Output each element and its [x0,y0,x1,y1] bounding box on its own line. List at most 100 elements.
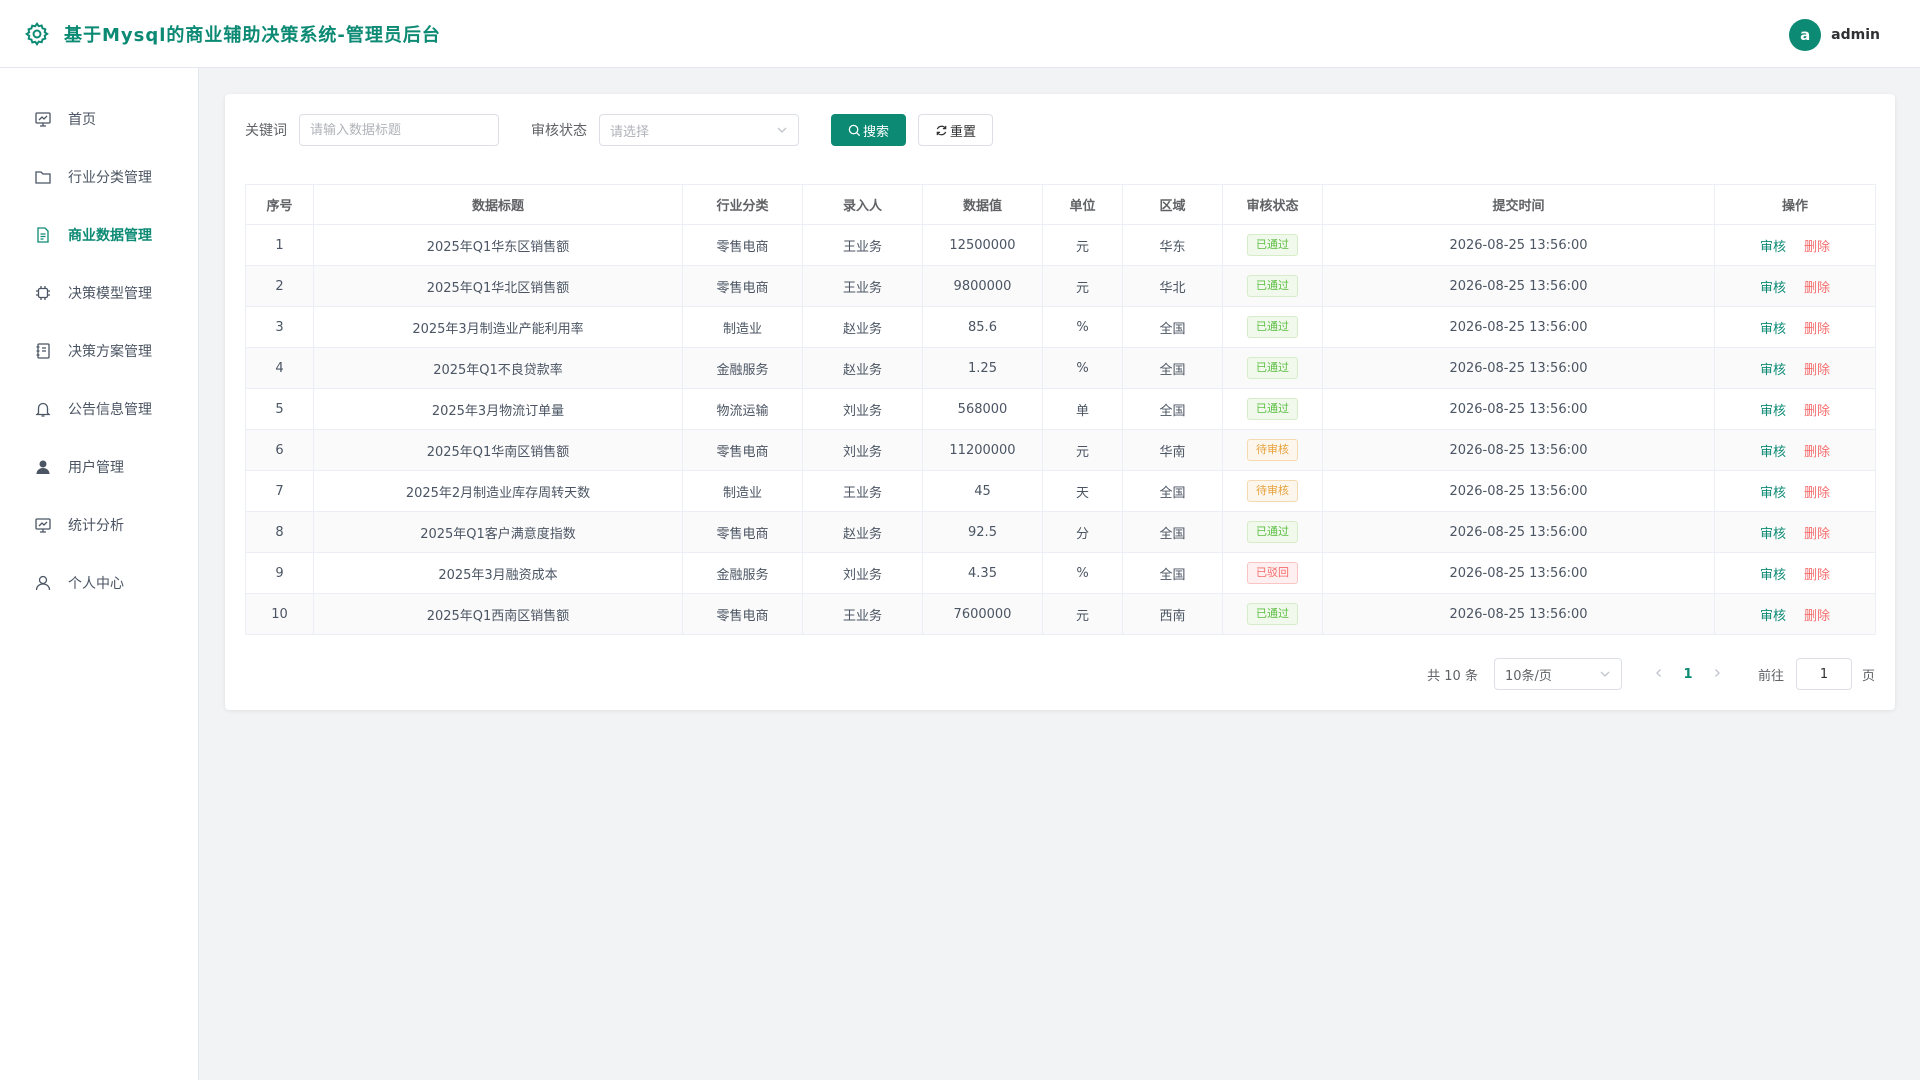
cell-actions: 审核 删除 [1714,388,1876,430]
cell-status: 已通过 [1222,511,1323,553]
cell-industry: 制造业 [682,470,803,512]
page-number-1[interactable]: 1 [1672,667,1704,682]
prev-page-button[interactable] [1646,666,1672,682]
user-menu[interactable]: a admin [1789,19,1880,51]
sidebar-item-9[interactable]: 个人中心 [0,554,198,612]
app-title: 基于Mysql的商业辅助决策系统-管理员后台 [64,24,441,46]
cell-status: 已通过 [1222,224,1323,266]
sidebar: 首页 行业分类管理商业数据管理 决策模型管理决策方案管理 公告信息管理 用户管理 统计分析… [0,68,199,1080]
page-size-select[interactable]: 10条/页 [1493,658,1622,690]
audit-button[interactable]: 审核 [1760,240,1786,255]
cell-no: 5 [245,388,314,430]
cell-time: 2026-08-25 13:56:00 [1322,224,1715,266]
goto-page-input[interactable] [1795,658,1852,690]
delete-button[interactable]: 删除 [1804,404,1830,419]
cell-actions: 审核 删除 [1714,429,1876,471]
delete-button[interactable]: 删除 [1804,609,1830,624]
cell-entrant: 刘业务 [802,552,923,594]
status-badge: 已通过 [1247,603,1298,625]
audit-button[interactable]: 审核 [1760,445,1786,460]
status-select[interactable]: 请选择 [599,114,799,146]
delete-button[interactable]: 删除 [1804,527,1830,542]
table-row: 5 2025年3月物流订单量 物流运输 刘业务 568000 单全国 已通过 2026-08-… [245,388,1876,430]
username[interactable]: admin [1831,27,1880,43]
cell-entrant: 王业务 [802,224,923,266]
table-row: 1 2025年Q1华东区销售额 零售电商 王业务 12500000 元华东 已通过 2026-… [245,224,1876,266]
status-badge: 已通过 [1247,275,1298,297]
sidebar-item-label: 个人中心 [68,576,124,592]
sidebar-item-2[interactable]: 行业分类管理 [0,148,198,206]
cell-region: 全国 [1122,347,1223,389]
pagination-total: 共 10 条 [1427,668,1478,684]
cell-no: 6 [245,429,314,471]
sidebar-item-label: 决策模型管理 [68,286,152,302]
chevron-down-icon [777,127,787,133]
cell-no: 1 [245,224,314,266]
sidebar-item-7[interactable]: 用户管理 [0,438,198,496]
audit-button[interactable]: 审核 [1760,281,1786,296]
delete-button[interactable]: 删除 [1804,445,1830,460]
pagination: 共 10 条 10条/页 1 前往 页 [1427,658,1875,690]
keyword-input[interactable] [299,114,499,146]
audit-button[interactable]: 审核 [1760,486,1786,501]
audit-button[interactable]: 审核 [1760,527,1786,542]
table-row: 6 2025年Q1华南区销售额 零售电商 刘业务 11200000 元华南 待审核 2026-… [245,429,1876,471]
cell-title: 2025年Q1客户满意度指数 [313,511,683,553]
avatar[interactable]: a [1789,19,1822,51]
column-header: 数据标题 [313,184,683,225]
sidebar-item-3[interactable]: 商业数据管理 [0,206,198,264]
cell-region: 全国 [1122,388,1223,430]
cell-value: 568000 [922,388,1043,430]
sidebar-item-6[interactable]: 公告信息管理 [0,380,198,438]
column-header: 单位 [1042,184,1123,225]
cell-no: 10 [245,593,314,635]
sidebar-item-5[interactable]: 决策方案管理 [0,322,198,380]
cell-unit: % [1042,552,1123,594]
table-row: 4 2025年Q1不良贷款率 金融服务 赵业务 1.25% 全国 已通过 2026-08-25… [245,347,1876,389]
delete-button[interactable]: 删除 [1804,281,1830,296]
cell-time: 2026-08-25 13:56:00 [1322,470,1715,512]
cell-status: 已通过 [1222,593,1323,635]
delete-button[interactable]: 删除 [1804,486,1830,501]
audit-button[interactable]: 审核 [1760,363,1786,378]
search-icon [848,124,861,136]
cell-actions: 审核 删除 [1714,593,1876,635]
sidebar-item-4[interactable]: 决策模型管理 [0,264,198,322]
cell-value: 12500000 [922,224,1043,266]
sidebar-item-1[interactable]: 首页 [0,90,198,148]
cell-value: 1.25 [922,347,1043,389]
sidebar-item-label: 商业数据管理 [68,228,152,244]
reset-button-label: 重置 [950,124,977,140]
cell-time: 2026-08-25 13:56:00 [1322,265,1715,307]
table-row: 8 2025年Q1客户满意度指数 零售电商 赵业务 92.5 分全国 已通过 2026-08-… [245,511,1876,553]
cell-status: 已通过 [1222,265,1323,307]
cell-title: 2025年Q1西南区销售额 [313,593,683,635]
column-header: 数据值 [922,184,1043,225]
status-badge: 已通过 [1247,234,1298,256]
cell-actions: 审核 删除 [1714,552,1876,594]
gear-icon [25,21,49,46]
cell-no: 8 [245,511,314,553]
next-page-button[interactable] [1704,666,1730,682]
filter-bar: 关键词 审核状态 请选择 搜索 重置 [245,114,1875,146]
cell-industry: 物流运输 [682,388,803,430]
audit-button[interactable]: 审核 [1760,322,1786,337]
status-select-placeholder: 请选择 [610,124,650,140]
delete-button[interactable]: 删除 [1804,568,1830,583]
reset-button[interactable]: 重置 [918,114,994,146]
delete-button[interactable]: 删除 [1804,363,1830,378]
bell-icon [34,400,68,418]
delete-button[interactable]: 删除 [1804,322,1830,337]
audit-button[interactable]: 审核 [1760,568,1786,583]
cell-time: 2026-08-25 13:56:00 [1322,306,1715,348]
audit-button[interactable]: 审核 [1760,609,1786,624]
cell-unit: 单 [1042,388,1123,430]
audit-button[interactable]: 审核 [1760,404,1786,419]
search-button[interactable]: 搜索 [831,114,907,146]
cell-title: 2025年Q1华南区销售额 [313,429,683,471]
cell-value: 9800000 [922,265,1043,307]
delete-button[interactable]: 删除 [1804,240,1830,255]
cell-unit: 元 [1042,224,1123,266]
sidebar-item-8[interactable]: 统计分析 [0,496,198,554]
column-header: 区域 [1122,184,1223,225]
